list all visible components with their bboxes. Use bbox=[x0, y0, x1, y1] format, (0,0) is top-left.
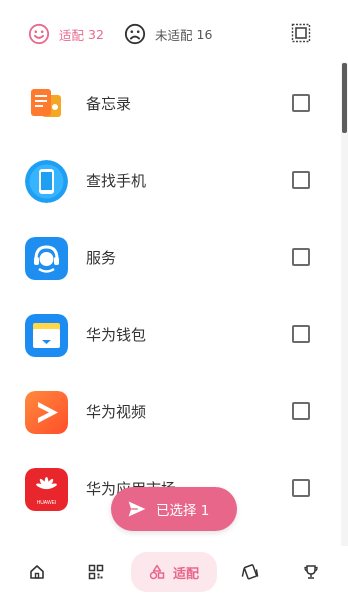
video-app-icon bbox=[25, 391, 68, 434]
filter-bar: 适配 32 未适配 16 bbox=[0, 0, 348, 66]
adapted-filter-label: 适配 bbox=[59, 27, 85, 43]
service-app-icon bbox=[25, 237, 68, 280]
app-checkbox[interactable] bbox=[292, 402, 310, 420]
app-row[interactable]: 华为钱包 bbox=[0, 297, 341, 374]
trophy-icon bbox=[304, 565, 318, 579]
app-name: 服务 bbox=[86, 249, 117, 267]
app-checkbox[interactable] bbox=[292, 94, 310, 112]
nav-adapt[interactable]: 适配 bbox=[131, 552, 217, 592]
app-row[interactable]: 查找手机 bbox=[0, 143, 341, 220]
bottom-nav: 适配 bbox=[0, 546, 348, 600]
unadapted-filter[interactable]: 未适配 16 bbox=[124, 22, 212, 46]
app-checkbox[interactable] bbox=[292, 479, 310, 497]
home-icon bbox=[30, 565, 44, 579]
memo-app-icon bbox=[25, 83, 68, 126]
adapted-filter[interactable]: 适配 32 bbox=[28, 22, 104, 46]
app-name: 查找手机 bbox=[86, 172, 147, 190]
nav-trophy[interactable] bbox=[298, 556, 324, 588]
app-name: 华为视频 bbox=[86, 403, 147, 421]
app-checkbox[interactable] bbox=[292, 248, 310, 266]
cards-icon bbox=[241, 564, 259, 580]
app-name: 备忘录 bbox=[86, 95, 132, 113]
nav-grid[interactable] bbox=[83, 556, 109, 588]
frown-icon bbox=[124, 23, 146, 45]
app-row[interactable]: 华为视频 bbox=[0, 374, 341, 451]
nav-adapt-label: 适配 bbox=[172, 566, 199, 582]
send-icon bbox=[128, 501, 146, 517]
appgallery-app-icon: HUAWEI bbox=[25, 468, 68, 511]
unadapted-count: 16 bbox=[196, 26, 213, 42]
grid-icon bbox=[88, 564, 104, 580]
nav-cards[interactable] bbox=[237, 556, 263, 588]
select-all-icon[interactable] bbox=[291, 23, 311, 43]
app-checkbox[interactable] bbox=[292, 325, 310, 343]
wallet-app-icon bbox=[25, 314, 68, 357]
selected-count-button[interactable]: 已选择 1 bbox=[111, 487, 237, 531]
scrollbar-thumb[interactable] bbox=[342, 63, 347, 133]
unadapted-filter-label: 未适配 bbox=[155, 27, 193, 43]
app-list: 备忘录 查找手机 服务 华为钱包 华为视频 HUAWEI bbox=[0, 66, 341, 546]
app-checkbox[interactable] bbox=[292, 171, 310, 189]
selected-count-label: 已选择 1 bbox=[156, 503, 210, 519]
app-name: 华为钱包 bbox=[86, 326, 147, 344]
huawei-logo-text: HUAWEI bbox=[37, 500, 57, 506]
smile-icon bbox=[28, 23, 50, 45]
app-row[interactable]: 服务 bbox=[0, 220, 341, 297]
nav-home[interactable] bbox=[24, 556, 50, 588]
app-row[interactable]: 备忘录 bbox=[0, 66, 341, 143]
shapes-icon bbox=[149, 564, 165, 580]
find-phone-app-icon bbox=[25, 160, 68, 203]
adapted-count: 32 bbox=[88, 26, 104, 42]
scrollbar-track[interactable] bbox=[341, 62, 348, 546]
